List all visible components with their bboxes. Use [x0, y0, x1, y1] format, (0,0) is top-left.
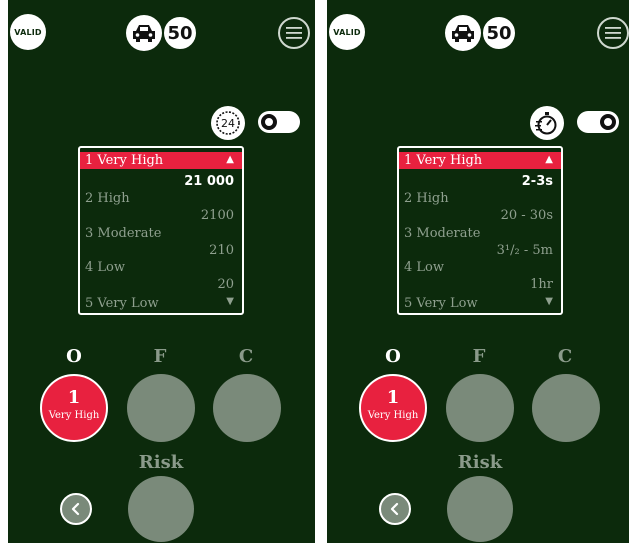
o-rating-number: 1	[386, 387, 400, 408]
level-label: 4 Low	[85, 260, 125, 275]
o-rating-number: 1	[67, 387, 81, 408]
level-label: 1 Very High	[85, 153, 164, 168]
menu-icon[interactable]	[597, 17, 629, 49]
level-label: 2 High	[85, 191, 130, 206]
valid-badge[interactable]: VALID	[10, 14, 46, 50]
level-row-4[interactable]: 4 Low	[399, 259, 561, 276]
level-label: 1 Very High	[404, 153, 483, 168]
app-screen-right: VALID 50 1 Very High ▲ 2-3s 2 High 20 - …	[327, 0, 629, 543]
column-o-label: O	[66, 346, 82, 367]
risk-result-button[interactable]	[128, 476, 194, 542]
risk-label: Risk	[138, 452, 184, 473]
level-label: 4 Low	[404, 260, 444, 275]
level-row-2[interactable]: 2 High	[399, 190, 561, 207]
stopwatch-icon[interactable]	[530, 106, 564, 140]
level-value: 20	[217, 277, 234, 292]
up-arrow-icon[interactable]: ▲	[226, 154, 234, 165]
o-rating-button[interactable]: 1 Very High	[40, 374, 108, 442]
level-row-1[interactable]: 1 Very High ▲	[399, 152, 561, 169]
level-label: 2 High	[404, 191, 449, 206]
up-arrow-icon[interactable]: ▲	[545, 154, 553, 165]
clock-24-icon[interactable]: 24	[211, 106, 245, 140]
o-rating-button[interactable]: 1 Very High	[359, 374, 427, 442]
risk-level-list[interactable]: 1 Very High ▲ 21 000 2 High 2100 3 Moder…	[78, 146, 244, 315]
column-f-label: F	[472, 346, 486, 367]
level-row-4[interactable]: 4 Low	[80, 259, 242, 276]
o-rating-text: Very High	[48, 410, 100, 421]
back-button[interactable]	[60, 493, 92, 525]
o-rating-text: Very High	[367, 410, 419, 421]
down-arrow-icon[interactable]: ▼	[226, 296, 234, 307]
speed-limit-badge: 50	[162, 15, 198, 51]
level-row-3[interactable]: 3 Moderate	[80, 225, 242, 242]
mode-toggle[interactable]	[577, 111, 619, 133]
valid-badge[interactable]: VALID	[329, 14, 365, 50]
c-rating-button[interactable]	[213, 374, 281, 442]
car-icon	[445, 15, 481, 51]
level-row-1[interactable]: 1 Very High ▲	[80, 152, 242, 169]
chevron-left-icon	[71, 502, 80, 516]
level-value: 3¹/₂ - 5m	[496, 243, 553, 258]
column-o-label: O	[385, 346, 401, 367]
level-row-2[interactable]: 2 High	[80, 190, 242, 207]
level-label: 5 Very Low	[404, 296, 478, 311]
risk-result-button[interactable]	[447, 476, 513, 542]
clock-24-label: 24	[221, 117, 235, 130]
level-value: 2100	[200, 208, 234, 223]
f-rating-button[interactable]	[446, 374, 514, 442]
app-screen-left: VALID 50 24 1 Very High ▲ 21 000 2 High …	[8, 0, 315, 543]
column-c-label: C	[557, 346, 573, 367]
level-row-3[interactable]: 3 Moderate	[399, 225, 561, 242]
speed-limit-badge: 50	[481, 15, 517, 51]
column-f-label: F	[153, 346, 167, 367]
level-row-5[interactable]: 5 Very Low	[80, 295, 242, 312]
level-value: 2-3s	[521, 174, 553, 189]
level-label: 3 Moderate	[404, 226, 481, 241]
toggle-knob	[261, 114, 277, 130]
car-icon	[126, 15, 162, 51]
back-button[interactable]	[379, 493, 411, 525]
level-value: 210	[209, 243, 234, 258]
risk-label: Risk	[457, 452, 503, 473]
column-c-label: C	[238, 346, 254, 367]
down-arrow-icon[interactable]: ▼	[545, 296, 553, 307]
c-rating-button[interactable]	[532, 374, 600, 442]
level-value: 21 000	[184, 174, 234, 189]
level-value: 1hr	[530, 277, 553, 292]
level-row-5[interactable]: 5 Very Low	[399, 295, 561, 312]
toggle-knob	[600, 114, 616, 130]
risk-level-list[interactable]: 1 Very High ▲ 2-3s 2 High 20 - 30s 3 Mod…	[397, 146, 563, 315]
level-label: 3 Moderate	[85, 226, 162, 241]
chevron-left-icon	[390, 502, 399, 516]
f-rating-button[interactable]	[127, 374, 195, 442]
menu-icon[interactable]	[278, 17, 310, 49]
mode-toggle[interactable]	[258, 111, 300, 133]
level-label: 5 Very Low	[85, 296, 159, 311]
level-value: 20 - 30s	[500, 208, 553, 223]
